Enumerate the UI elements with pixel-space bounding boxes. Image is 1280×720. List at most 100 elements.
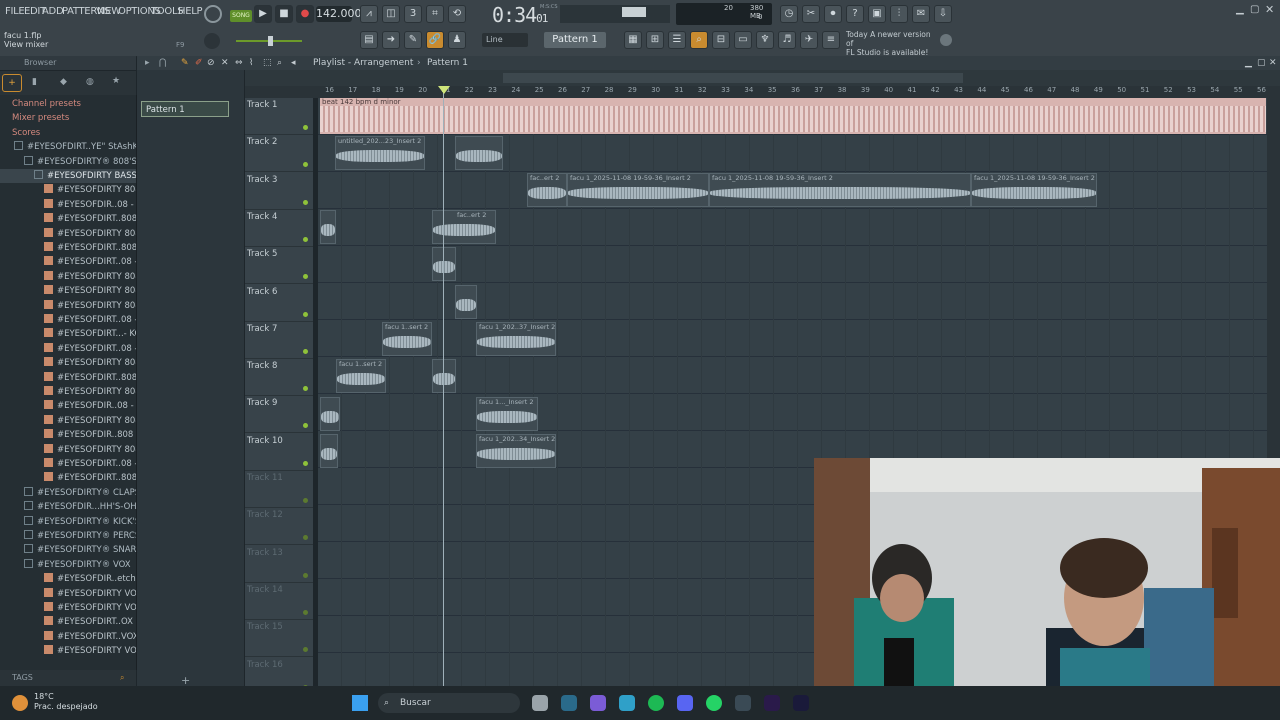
remote-button[interactable]: ✈ bbox=[800, 31, 818, 49]
browser-item[interactable]: #EYESOFDIRTY 808 - B bbox=[0, 183, 136, 197]
browser-star-icon[interactable]: ★ bbox=[112, 76, 120, 86]
browser-item[interactable]: #EYESOFDIRT..808 - cmUP bbox=[0, 241, 136, 255]
wait-for-input-button[interactable]: ◫ bbox=[382, 5, 400, 23]
close-icon[interactable]: ✕ bbox=[1265, 3, 1274, 16]
weather-icon[interactable] bbox=[12, 695, 28, 711]
clip-track9-a[interactable] bbox=[320, 397, 340, 431]
track-header[interactable]: Track 10 bbox=[245, 434, 313, 471]
minimize-icon[interactable]: ▁ bbox=[1236, 4, 1244, 15]
browser-item[interactable]: Scores bbox=[0, 126, 136, 140]
picker-pattern-1[interactable]: Pattern 1 bbox=[141, 101, 229, 117]
touch-keyboard-button[interactable]: ♆ bbox=[756, 31, 774, 49]
browser-item[interactable]: #EYESOFDIRTY® VOX bbox=[0, 558, 136, 572]
playback-tool-icon[interactable]: ◂ bbox=[291, 56, 296, 70]
playlist-button[interactable]: ▤ bbox=[360, 31, 378, 49]
browser-item[interactable]: #EYESOFDIRT..08 - lvMSC bbox=[0, 342, 136, 356]
paint-tool-icon[interactable]: ✐ bbox=[195, 56, 203, 70]
breadcrumb-pattern[interactable]: Pattern 1 bbox=[427, 56, 468, 70]
project-browser-button[interactable]: ▭ bbox=[734, 31, 752, 49]
window-minimize-icon[interactable]: ▁ bbox=[1245, 56, 1252, 70]
weather-widget[interactable]: 18°C Prac. despejado bbox=[34, 692, 98, 712]
clip-track10-a[interactable] bbox=[320, 434, 338, 468]
after-effects-icon[interactable] bbox=[793, 695, 809, 711]
clip-track2-b[interactable] bbox=[455, 136, 503, 170]
mute-tool-icon[interactable]: ✕ bbox=[221, 56, 229, 70]
browser-tags-bar[interactable]: TAGS ⌕ bbox=[0, 670, 136, 686]
track-mute-led[interactable] bbox=[303, 162, 308, 168]
master-pitch-knob[interactable] bbox=[204, 33, 220, 49]
tempo-display[interactable]: 142.000 bbox=[316, 6, 362, 22]
browser-item[interactable]: #EYESOFDIRTY 808 - LVr bbox=[0, 356, 136, 370]
mixer-button[interactable]: ☰ bbox=[668, 31, 686, 49]
browser-item[interactable]: #EYESOFDIRTY 808 - boSS bbox=[0, 227, 136, 241]
track-header[interactable]: Track 9 bbox=[245, 396, 313, 434]
clip-track4-b[interactable]: fac..ert 2 bbox=[432, 210, 496, 244]
discord-icon[interactable] bbox=[677, 695, 693, 711]
stop-button[interactable]: ■ bbox=[275, 5, 293, 23]
browser-item[interactable]: #EYESOFDIRT..808 - BMud bbox=[0, 212, 136, 226]
browser-item[interactable]: #EYESOFDIRTY 808 - HHH bbox=[0, 299, 136, 313]
browser-plugins-icon[interactable]: ◆ bbox=[60, 77, 67, 87]
edge-icon[interactable] bbox=[619, 695, 635, 711]
browser-item[interactable]: Mixer presets bbox=[0, 111, 136, 125]
clip-track3-a[interactable]: fac..ert 2 bbox=[527, 173, 567, 207]
stamp-button[interactable]: ♟ bbox=[448, 31, 466, 49]
save-button[interactable]: ▣ bbox=[868, 5, 886, 23]
browser-item[interactable]: #EYESOFDIRTY VOX - Aye bbox=[0, 601, 136, 615]
draw-tool-button[interactable]: ✎ bbox=[404, 31, 422, 49]
browser-button[interactable]: ⌕ bbox=[690, 31, 708, 49]
loop-record-button[interactable]: ⟲ bbox=[448, 5, 466, 23]
track-mute-led[interactable] bbox=[303, 460, 308, 466]
browser-item[interactable]: #EYESOFDIRTY 808 - sOFT bbox=[0, 443, 136, 457]
update-icon[interactable] bbox=[940, 34, 952, 46]
delete-tool-icon[interactable]: ⊘ bbox=[207, 56, 215, 70]
select-tool-icon[interactable]: ⬚ bbox=[263, 56, 272, 70]
browser-files-icon[interactable]: ▮ bbox=[32, 77, 37, 87]
cut-button[interactable]: ✂ bbox=[802, 5, 820, 23]
clip-track3-c[interactable]: facu 1_2025-11-08 19-59-36_Insert 2 bbox=[709, 173, 971, 207]
track-mute-led[interactable] bbox=[303, 236, 308, 242]
chat-button[interactable]: ✉ bbox=[912, 5, 930, 23]
browser-item[interactable]: #EYESOFDIRTY® KICK'S bbox=[0, 515, 136, 529]
clip-beat[interactable]: beat 142 bpm d minor bbox=[320, 98, 1266, 134]
maximize-icon[interactable]: ▢ bbox=[1250, 4, 1259, 15]
overview-scroll-thumb[interactable] bbox=[503, 73, 963, 83]
track-mute-led[interactable] bbox=[303, 199, 308, 205]
browser-item[interactable]: #EYESOFDIRT..808 - TTTTT bbox=[0, 471, 136, 485]
channel-rack-button[interactable]: ▦ bbox=[624, 31, 642, 49]
track-mute-led[interactable] bbox=[303, 274, 308, 280]
premiere-icon[interactable] bbox=[764, 695, 780, 711]
start-icon[interactable] bbox=[352, 695, 368, 711]
spotify-icon[interactable] bbox=[648, 695, 664, 711]
play-button[interactable]: ▶ bbox=[254, 5, 272, 23]
browser-item[interactable]: #EYESOFDIRT..YE" StAshKit bbox=[0, 140, 136, 154]
browser-current-icon[interactable]: ◍ bbox=[86, 77, 94, 87]
track-header[interactable]: Track 3 bbox=[245, 173, 313, 210]
clip-track2-a[interactable]: untitled_202...23_Insert 2 bbox=[335, 136, 425, 170]
audio-editor-button[interactable]: ♬ bbox=[778, 31, 796, 49]
plugin-picker-button[interactable]: ⊟ bbox=[712, 31, 730, 49]
track-header[interactable]: Track 6 bbox=[245, 285, 313, 322]
track-header[interactable]: Track 5 bbox=[245, 247, 313, 285]
slip-tool-icon[interactable]: ⇔ bbox=[235, 56, 243, 70]
track-mute-led[interactable] bbox=[303, 609, 308, 615]
browser-item[interactable]: #EYESOFDIRTY 808 - gloRY bbox=[0, 284, 136, 298]
browser-item[interactable]: #EYESOFDIRTY 808 - FAST bbox=[0, 270, 136, 284]
search-icon[interactable]: ⌕ bbox=[120, 670, 124, 686]
track-header[interactable]: Track 7 bbox=[245, 322, 313, 359]
clip-track9-b[interactable]: facu 1..._Insert 2 bbox=[476, 397, 538, 431]
playlist-overview[interactable] bbox=[245, 70, 1280, 86]
track-header[interactable]: Track 13 bbox=[245, 546, 313, 583]
track-header[interactable]: Track 4 bbox=[245, 210, 313, 247]
browser-item[interactable]: #EYESOFDIR..08 - BBBBBB bbox=[0, 198, 136, 212]
browser-item[interactable]: #EYESOFDIRT..08 - SUBUc bbox=[0, 457, 136, 471]
browser-item[interactable]: #EYESOFDIRTY 808 - mINI bbox=[0, 385, 136, 399]
window-close-icon[interactable]: ✕ bbox=[1269, 56, 1277, 70]
track-mute-led[interactable] bbox=[303, 311, 308, 317]
teams-icon[interactable] bbox=[590, 695, 606, 711]
track-mute-led[interactable] bbox=[303, 386, 308, 392]
link-button[interactable]: 🔗 bbox=[426, 31, 444, 49]
browser-item[interactable]: #EYESOFDIR..etch 8 bars) bbox=[0, 572, 136, 586]
step-edit-button[interactable]: ⌗ bbox=[426, 5, 444, 23]
playlist-menu-icon[interactable]: ▸ bbox=[145, 56, 150, 70]
